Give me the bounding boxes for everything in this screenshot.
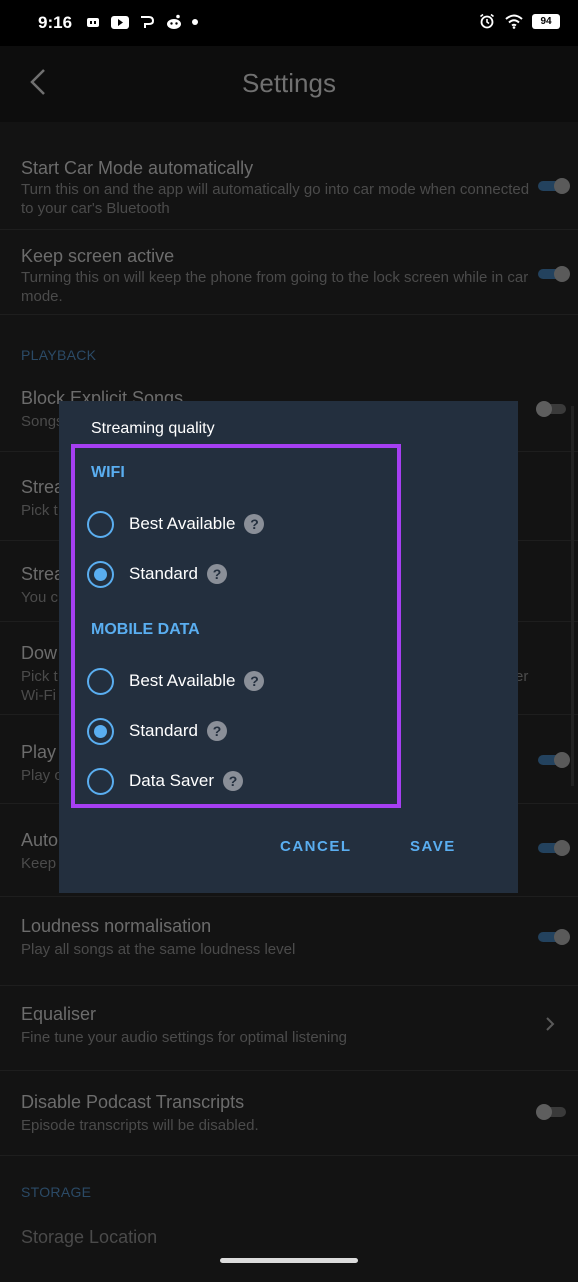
setting-subtitle: Turning this on will keep the phone from…	[21, 269, 529, 305]
chevron-right-icon	[546, 1017, 555, 1031]
mobile-data-section-header: MOBILE DATA	[91, 621, 200, 638]
start-car-mode-toggle[interactable]	[538, 178, 570, 194]
option-label: Best Available	[129, 514, 236, 533]
mobile-option-data-saver[interactable]: Data Saver ?	[87, 766, 244, 796]
battery-icon: 94	[532, 13, 560, 29]
setting-equaliser[interactable]: Equaliser Fine tune your audio settings …	[0, 987, 578, 1071]
help-icon[interactable]: ?	[244, 514, 265, 534]
setting-title: Disable Podcast Transcripts	[21, 1092, 245, 1112]
setting-title: Auto	[21, 830, 59, 850]
status-bar: 9:16 94	[0, 0, 578, 46]
podcast-transcripts-toggle[interactable]	[536, 1104, 568, 1120]
youtube-icon	[111, 14, 129, 30]
loudness-toggle[interactable]	[538, 929, 570, 945]
setting-subtitle: Fine tune your audio settings for optima…	[21, 1029, 348, 1046]
setting-podcast-transcripts[interactable]: Disable Podcast Transcripts Episode tran…	[0, 1072, 578, 1156]
dot-icon	[192, 19, 198, 25]
wifi-section-header: WIFI	[91, 464, 125, 481]
setting-title: Strea	[21, 477, 65, 497]
keep-screen-toggle[interactable]	[538, 266, 570, 282]
dialog-title: Streaming quality	[91, 420, 215, 437]
wifi-option-best-available[interactable]: Best Available ?	[87, 509, 265, 539]
setting-title: Strea	[21, 564, 65, 584]
streaming-quality-dialog: Streaming quality WIFI Best Available ? …	[59, 401, 518, 893]
mobile-option-standard[interactable]: Standard ?	[87, 716, 227, 746]
setting-title: Equaliser	[21, 1004, 97, 1024]
setting-subtitle-tail: er	[515, 668, 529, 685]
reddit-icon	[165, 14, 183, 30]
cancel-button[interactable]: CANCEL	[280, 838, 352, 855]
setting-title: Dow	[21, 643, 58, 663]
phonepe-icon	[138, 14, 156, 30]
radio-button[interactable]	[87, 767, 114, 795]
home-indicator[interactable]	[220, 1258, 358, 1263]
play-toggle[interactable]	[538, 752, 570, 768]
app-header: Settings	[0, 46, 578, 122]
help-icon[interactable]: ?	[244, 671, 265, 691]
help-icon[interactable]: ?	[207, 564, 227, 584]
setting-title: Storage Location	[21, 1227, 158, 1247]
notification-icon	[84, 14, 102, 30]
option-label: Data Saver	[129, 771, 215, 790]
setting-start-car-mode[interactable]: Start Car Mode automatically Turn this o…	[0, 146, 578, 230]
scrollbar[interactable]	[571, 406, 574, 786]
page-title: Settings	[242, 68, 336, 98]
radio-button-selected[interactable]	[87, 717, 114, 745]
setting-keep-screen-active[interactable]: Keep screen active Turning this on will …	[0, 231, 578, 315]
setting-subtitle: Turn this on and the app will automatica…	[21, 181, 530, 217]
option-label: Best Available	[129, 671, 236, 690]
section-header-playback: PLAYBACK	[21, 347, 97, 363]
radio-button[interactable]	[87, 667, 114, 695]
wifi-option-standard[interactable]: Standard ?	[87, 559, 227, 589]
alarm-icon	[478, 13, 496, 29]
setting-title: Loudness normalisation	[21, 916, 212, 936]
setting-subtitle: Episode transcripts will be disabled.	[21, 1117, 259, 1134]
save-button[interactable]: SAVE	[410, 838, 456, 855]
wifi-icon	[505, 13, 523, 29]
radio-button-selected[interactable]	[87, 560, 114, 588]
setting-subtitle: Play all songs at the same loudness leve…	[21, 941, 296, 958]
section-header-storage: STORAGE	[21, 1184, 92, 1200]
setting-title: Start Car Mode automatically	[21, 158, 254, 178]
option-label: Standard	[129, 564, 198, 583]
auto-toggle[interactable]	[538, 840, 570, 856]
mobile-option-best-available[interactable]: Best Available ?	[87, 666, 265, 696]
status-time: 9:16	[38, 13, 73, 32]
help-icon[interactable]: ?	[207, 721, 227, 741]
setting-title: Play	[21, 742, 57, 762]
radio-button[interactable]	[87, 510, 114, 538]
help-icon[interactable]: ?	[223, 771, 244, 791]
option-label: Standard	[129, 721, 198, 740]
block-explicit-toggle[interactable]	[536, 401, 568, 417]
setting-title: Keep screen active	[21, 246, 175, 266]
setting-loudness[interactable]: Loudness normalisation Play all songs at…	[0, 898, 578, 986]
